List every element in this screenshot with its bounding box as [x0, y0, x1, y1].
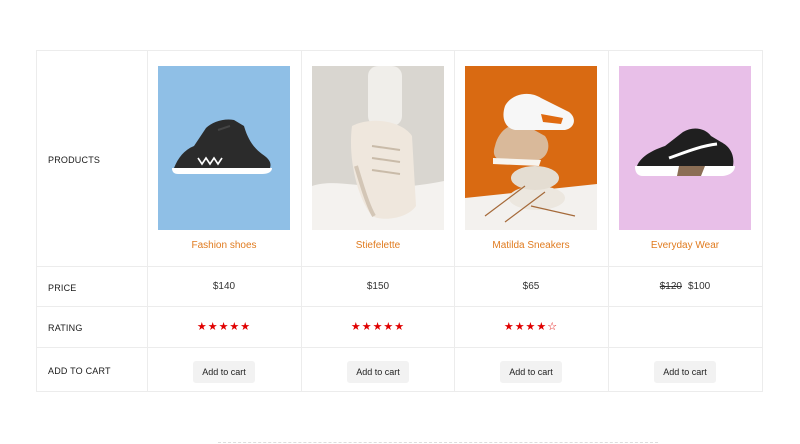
row-divider [37, 347, 762, 348]
product-image-everyday-wear[interactable] [619, 66, 751, 230]
product-price: $65 [455, 281, 607, 292]
column-divider [454, 51, 455, 391]
product-price-value: $140 [212, 281, 236, 292]
product-name-link[interactable]: Everyday Wear [609, 240, 761, 251]
stars-filled-icon: ★★★★★ [350, 321, 406, 333]
column-divider [147, 51, 148, 391]
star-rating: ★★★★★ [302, 320, 454, 333]
product-old-price: $120 [659, 281, 682, 292]
product-image-fashion-shoes[interactable] [158, 66, 290, 230]
product-price: $150 [302, 281, 454, 292]
product-price-value: $65 [522, 281, 540, 292]
row-label-products: PRODUCTS [48, 155, 101, 165]
stars-filled-icon: ★★★★★ [196, 321, 252, 333]
product-price-value: $150 [366, 281, 390, 292]
product-price: $140 [148, 281, 300, 292]
column-divider [301, 51, 302, 391]
add-to-cart-button[interactable]: Add to cart [654, 361, 716, 383]
running-shoe-icon [635, 128, 735, 176]
product-name-link[interactable]: Fashion shoes [148, 240, 300, 251]
product-name-link[interactable]: Matilda Sneakers [455, 240, 607, 251]
product-price-value: $100 [688, 281, 711, 292]
row-label-add-to-cart: ADD TO CART [48, 366, 111, 376]
star-rating: ★★★★☆ [455, 320, 607, 333]
product-name-link[interactable]: Stiefelette [302, 240, 454, 251]
star-empty-icon: ☆ [547, 321, 559, 333]
row-label-price: PRICE [48, 283, 77, 293]
product-image-stiefelette[interactable] [312, 66, 444, 230]
column-divider [608, 51, 609, 391]
section-divider [218, 442, 658, 443]
ankle-boot-icon [312, 66, 444, 230]
add-to-cart-button[interactable]: Add to cart [347, 361, 409, 383]
stars-filled-icon: ★★★★ [503, 321, 548, 333]
row-divider [37, 266, 762, 267]
add-to-cart-button[interactable]: Add to cart [193, 361, 255, 383]
product-price: $120 $100 [609, 281, 761, 292]
star-rating: ★★★★★ [148, 320, 300, 333]
row-label-rating: RATING [48, 323, 83, 333]
basketball-sneaker-icon [172, 119, 272, 174]
stacked-sneakers-icon [465, 66, 597, 230]
product-image-matilda-sneakers[interactable] [465, 66, 597, 230]
product-comparison-table: PRODUCTS PRICE RATING ADD TO CART Fashio… [36, 50, 763, 392]
row-divider [37, 306, 762, 307]
add-to-cart-button[interactable]: Add to cart [500, 361, 562, 383]
